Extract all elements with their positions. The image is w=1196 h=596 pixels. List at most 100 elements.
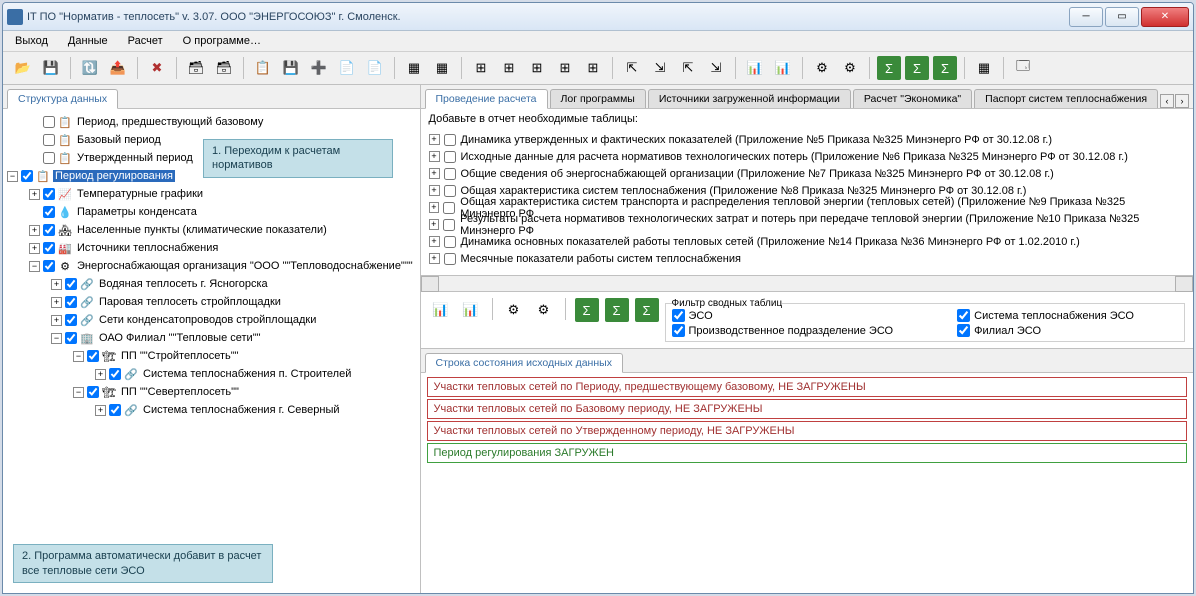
sub-sigma3-icon[interactable]: Σ bbox=[635, 298, 659, 322]
toolbar-grid-icon[interactable]: ▦ bbox=[972, 56, 996, 80]
toolbar-copy-icon[interactable]: 📋 bbox=[251, 56, 275, 80]
expand-icon[interactable]: + bbox=[429, 185, 440, 196]
tree-item[interactable]: +🔗Паровая теплосеть стройплощадки bbox=[7, 293, 416, 311]
report-item[interactable]: +Общие сведения об энергоснабжающей орга… bbox=[429, 165, 1186, 182]
tree-item[interactable]: +🏭Источники теплоснабжения bbox=[7, 239, 416, 257]
toolbar-export-icon[interactable]: 📤 bbox=[106, 56, 130, 80]
expand-icon[interactable]: + bbox=[29, 189, 40, 200]
tree-item[interactable]: −🏗ПП ""Стройтеплосеть"" bbox=[7, 347, 416, 365]
filter-system[interactable]: Система теплоснабжения ЭСО bbox=[957, 309, 1178, 322]
toolbar-tree2-icon[interactable]: ⇲ bbox=[648, 56, 672, 80]
report-checkbox[interactable] bbox=[444, 253, 456, 265]
sub-net2-icon[interactable]: ⚙ bbox=[532, 298, 556, 322]
expand-icon[interactable]: + bbox=[51, 297, 62, 308]
expand-icon[interactable]: + bbox=[429, 202, 440, 213]
menu-about[interactable]: О программе… bbox=[179, 33, 265, 49]
tree-checkbox[interactable] bbox=[109, 404, 121, 416]
expand-icon[interactable]: + bbox=[429, 168, 440, 179]
report-item[interactable]: +Результаты расчета нормативов технологи… bbox=[429, 216, 1186, 233]
tree-item[interactable]: +🏘Населенные пункты (климатические показ… bbox=[7, 221, 416, 239]
sub-sigma2-icon[interactable]: Σ bbox=[605, 298, 629, 322]
toolbar-t6-icon[interactable]: ⊞ bbox=[553, 56, 577, 80]
expand-icon[interactable]: + bbox=[51, 279, 62, 290]
toolbar-sigma2-icon[interactable]: Σ bbox=[905, 56, 929, 80]
minimize-button[interactable]: ─ bbox=[1069, 7, 1103, 27]
menu-exit[interactable]: Выход bbox=[11, 33, 52, 49]
toolbar-refresh-icon[interactable]: 🔃 bbox=[78, 56, 102, 80]
tab-scroll-right-icon[interactable]: › bbox=[1175, 94, 1189, 108]
collapse-icon[interactable]: − bbox=[29, 261, 40, 272]
sub-report2-icon[interactable]: 📊 bbox=[459, 298, 483, 322]
expand-icon[interactable]: + bbox=[429, 236, 440, 247]
toolbar-t4-icon[interactable]: ⊞ bbox=[497, 56, 521, 80]
tree-checkbox[interactable] bbox=[43, 116, 55, 128]
toolbar-t5-icon[interactable]: ⊞ bbox=[525, 56, 549, 80]
sub-sigma1-icon[interactable]: Σ bbox=[575, 298, 599, 322]
horizontal-scrollbar[interactable] bbox=[421, 275, 1194, 291]
expand-icon[interactable]: + bbox=[95, 405, 106, 416]
toolbar-sigma1-icon[interactable]: Σ bbox=[877, 56, 901, 80]
tree-item[interactable]: −🏢ОАО Филиал ""Тепловые сети"" bbox=[7, 329, 416, 347]
tree-checkbox[interactable] bbox=[109, 368, 121, 380]
report-checkbox[interactable] bbox=[443, 202, 455, 214]
expand-icon[interactable]: + bbox=[429, 151, 440, 162]
toolbar-delete-icon[interactable]: ✖ bbox=[145, 56, 169, 80]
expand-icon[interactable]: + bbox=[51, 315, 62, 326]
toolbar-net2-icon[interactable]: ⚙ bbox=[838, 56, 862, 80]
tree-checkbox[interactable] bbox=[43, 188, 55, 200]
collapse-icon[interactable]: − bbox=[73, 351, 84, 362]
toolbar-db-icon[interactable]: 🗃 bbox=[184, 56, 208, 80]
tree-checkbox[interactable] bbox=[87, 350, 99, 362]
report-checkbox[interactable] bbox=[444, 151, 456, 163]
report-checkbox[interactable] bbox=[443, 219, 455, 231]
toolbar-t7-icon[interactable]: ⊞ bbox=[581, 56, 605, 80]
sub-report1-icon[interactable]: 📊 bbox=[429, 298, 453, 322]
report-item[interactable]: +Месячные показатели работы систем тепло… bbox=[429, 250, 1186, 267]
toolbar-tree3-icon[interactable]: ⇱ bbox=[676, 56, 700, 80]
report-checkbox[interactable] bbox=[444, 236, 456, 248]
report-checkbox[interactable] bbox=[444, 134, 456, 146]
report-checkbox[interactable] bbox=[444, 185, 456, 197]
tree-checkbox[interactable] bbox=[43, 260, 55, 272]
tree-checkbox[interactable] bbox=[43, 152, 55, 164]
collapse-icon[interactable]: − bbox=[51, 333, 62, 344]
tab-scroll-left-icon[interactable]: ‹ bbox=[1160, 94, 1174, 108]
toolbar-db2-icon[interactable]: 🗃 bbox=[212, 56, 236, 80]
tree-checkbox[interactable] bbox=[65, 278, 77, 290]
expand-icon[interactable]: + bbox=[95, 369, 106, 380]
tab-sources[interactable]: Источники загруженной информации bbox=[648, 89, 851, 108]
toolbar-save2-icon[interactable]: 💾 bbox=[279, 56, 303, 80]
maximize-button[interactable]: ▭ bbox=[1105, 7, 1139, 27]
toolbar-tree1-icon[interactable]: ⇱ bbox=[620, 56, 644, 80]
tree-checkbox[interactable] bbox=[43, 134, 55, 146]
tree-item[interactable]: +🔗Система теплоснабжения п. Строителей bbox=[7, 365, 416, 383]
tab-passport[interactable]: Паспорт систем теплоснабжения bbox=[974, 89, 1158, 108]
toolbar-doc-icon[interactable]: 📄 bbox=[363, 56, 387, 80]
tree-checkbox[interactable] bbox=[65, 296, 77, 308]
menu-calc[interactable]: Расчет bbox=[124, 33, 167, 49]
tree-checkbox[interactable] bbox=[43, 224, 55, 236]
filter-branch[interactable]: Филиал ЭСО bbox=[957, 324, 1178, 337]
toolbar-save-icon[interactable]: 💾 bbox=[39, 56, 63, 80]
expand-icon[interactable]: + bbox=[29, 243, 40, 254]
tree-item[interactable]: 📋Период, предшествующий базовому bbox=[7, 113, 416, 131]
tab-structure[interactable]: Структура данных bbox=[7, 89, 118, 109]
report-item[interactable]: +Динамика основных показателей работы те… bbox=[429, 233, 1186, 250]
toolbar-tree4-icon[interactable]: ⇲ bbox=[704, 56, 728, 80]
toolbar-sigma3-icon[interactable]: Σ bbox=[933, 56, 957, 80]
tree-item[interactable]: +🔗Система теплоснабжения г. Северный bbox=[7, 401, 416, 419]
report-item[interactable]: +Исходные данные для расчета нормативов … bbox=[429, 148, 1186, 165]
tab-calculation[interactable]: Проведение расчета bbox=[425, 89, 548, 109]
collapse-icon[interactable]: − bbox=[73, 387, 84, 398]
tree-item[interactable]: 💧Параметры конденсата bbox=[7, 203, 416, 221]
tree-item[interactable]: +🔗Сети конденсатопроводов стройплощадки bbox=[7, 311, 416, 329]
toolbar-add-icon[interactable]: ➕ bbox=[307, 56, 331, 80]
expand-icon[interactable]: + bbox=[429, 219, 440, 230]
sub-net1-icon[interactable]: ⚙ bbox=[502, 298, 526, 322]
toolbar-open-icon[interactable]: 📂 bbox=[11, 56, 35, 80]
tree-checkbox[interactable] bbox=[43, 206, 55, 218]
tab-economics[interactable]: Расчет "Экономика" bbox=[853, 89, 972, 108]
filter-prod[interactable]: Производственное подразделение ЭСО bbox=[672, 324, 938, 337]
toolbar-report1-icon[interactable]: 📊 bbox=[743, 56, 767, 80]
toolbar-last-icon[interactable]: 🗔 bbox=[1011, 56, 1035, 80]
